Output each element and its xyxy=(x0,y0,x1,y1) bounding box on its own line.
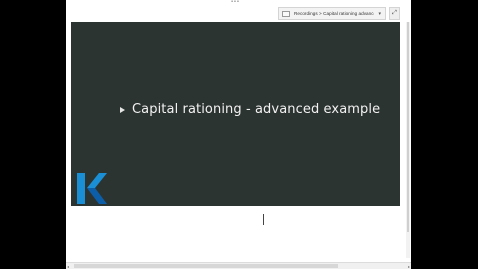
expand-button[interactable]: ⤢ xyxy=(389,7,400,20)
breadcrumb[interactable]: Recordings > Capital rationing advanced … xyxy=(278,7,386,20)
horizontal-scrollbar-thumb[interactable] xyxy=(74,264,338,268)
text-cursor xyxy=(263,214,264,225)
k-logo-icon xyxy=(77,173,107,204)
logo-lower-arm xyxy=(87,188,107,204)
chevron-down-icon[interactable]: ▾ xyxy=(378,11,381,17)
horizontal-scrollbar[interactable]: ◂ ▸ xyxy=(66,262,411,269)
vertical-scrollbar[interactable] xyxy=(406,22,410,258)
breadcrumb-text: Recordings > Capital rationing advanced xyxy=(294,11,375,16)
logo-upper-arm xyxy=(87,173,107,188)
logo-bar xyxy=(77,173,85,204)
scroll-right-icon[interactable]: ▸ xyxy=(408,264,410,269)
video-slide[interactable]: Capital rationing - advanced example xyxy=(71,22,400,206)
slide-title: Capital rationing - advanced example xyxy=(132,102,381,117)
window-grip-handle[interactable]: ••• xyxy=(229,0,241,5)
scroll-left-icon[interactable]: ◂ xyxy=(67,264,69,269)
folder-icon xyxy=(282,10,290,17)
expand-icon: ⤢ xyxy=(392,10,397,16)
viewer-window: ••• Recordings > Capital rationing advan… xyxy=(66,0,411,269)
triangle-bullet-icon xyxy=(120,107,125,113)
vertical-scrollbar-thumb[interactable] xyxy=(407,22,409,232)
